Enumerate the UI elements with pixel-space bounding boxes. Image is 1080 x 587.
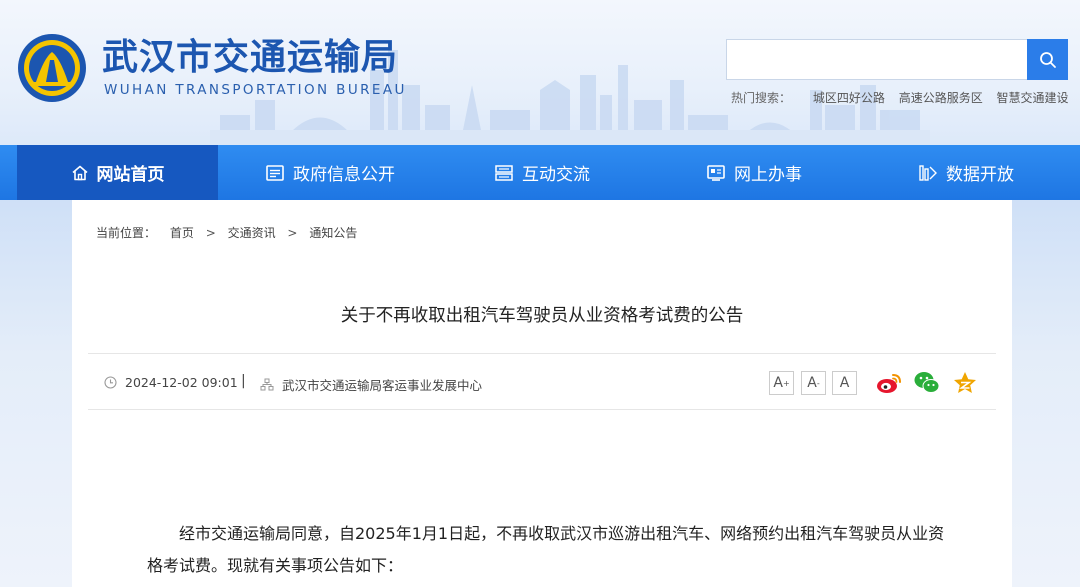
- interaction-icon: [495, 164, 513, 181]
- nav-label: 政府信息公开: [293, 165, 395, 185]
- article-meta-bar: 2024-12-02 09:01 | 武汉市交通运输局客运事业发展中心 A + A…: [88, 353, 996, 410]
- breadcrumb-item-news[interactable]: 交通资讯: [228, 226, 276, 240]
- search-input[interactable]: [727, 40, 1028, 79]
- hot-keyword-link[interactable]: 智慧交通建设: [997, 91, 1069, 105]
- nav-item-home[interactable]: 网站首页: [17, 145, 218, 200]
- breadcrumb-separator: >: [287, 226, 298, 240]
- wechat-icon[interactable]: [913, 370, 941, 396]
- publish-time: 2024-12-02 09:01: [104, 375, 238, 390]
- site-header: 武汉市交通运输局 WUHAN TRANSPORTATION BUREAU 热门搜…: [0, 0, 1080, 145]
- search-icon: [1039, 51, 1056, 68]
- service-icon: [707, 164, 725, 181]
- nav-label: 网上办事: [734, 165, 802, 185]
- weibo-icon[interactable]: [875, 370, 903, 396]
- article-title: 关于不再收取出租汽车驾驶员从业资格考试费的公告: [340, 306, 744, 326]
- source-name: 武汉市交通运输局客运事业发展中心: [282, 378, 483, 393]
- nav-item-interaction[interactable]: 互动交流: [452, 145, 632, 200]
- hot-keyword-link[interactable]: 城区四好公路: [813, 91, 885, 105]
- font-size-reset-button[interactable]: A: [832, 371, 857, 395]
- breadcrumb-label: 当前位置：: [96, 226, 157, 240]
- article-container: 当前位置： 首页 > 交通资讯 > 通知公告 关于不再收取出租汽车驾驶员从业资格…: [72, 200, 1012, 587]
- document-icon: [266, 164, 284, 181]
- hot-search-label: 热门搜索：: [731, 91, 792, 105]
- search-box: [726, 39, 1028, 80]
- hot-keyword-link[interactable]: 高速公路服务区: [899, 91, 983, 105]
- breadcrumb-item-notices[interactable]: 通知公告: [309, 226, 357, 240]
- search-button[interactable]: [1027, 39, 1068, 80]
- font-size-increase-button[interactable]: A +: [769, 371, 794, 395]
- meta-divider: |: [241, 373, 246, 389]
- site-subtitle: WUHAN TRANSPORTATION BUREAU: [104, 82, 407, 98]
- nav-label: 网站首页: [96, 165, 165, 185]
- favorite-icon[interactable]: [951, 370, 979, 396]
- bureau-logo-icon: [18, 34, 86, 102]
- nav-label: 数据开放: [946, 165, 1014, 185]
- breadcrumb-separator: >: [205, 226, 216, 240]
- main-nav: 网站首页 政府信息公开 互动交流 网上办事 数据开放: [0, 145, 1080, 200]
- nav-item-online-service[interactable]: 网上办事: [664, 145, 844, 200]
- nav-label: 互动交流: [522, 165, 590, 185]
- font-size-decrease-button[interactable]: A-: [801, 371, 826, 395]
- site-title: 武汉市交通运输局: [102, 37, 399, 78]
- breadcrumb: 当前位置： 首页 > 交通资讯 > 通知公告: [96, 224, 357, 241]
- clock-icon: [104, 376, 117, 389]
- breadcrumb-item-home[interactable]: 首页: [170, 226, 194, 240]
- nav-item-gov-info[interactable]: 政府信息公开: [240, 145, 420, 200]
- article-source: 武汉市交通运输局客运事业发展中心: [260, 375, 482, 394]
- hot-search: 热门搜索： 城区四好公路 高速公路服务区 智慧交通建设: [731, 89, 1079, 106]
- data-icon: [919, 164, 937, 181]
- home-icon: [71, 165, 88, 180]
- organization-icon: [260, 378, 274, 391]
- publish-datetime: 2024-12-02 09:01: [125, 375, 238, 390]
- nav-item-open-data[interactable]: 数据开放: [876, 145, 1056, 200]
- article-body: 经市交通运输局同意，自2025年1月1日起，不再收取武汉市巡游出租汽车、网络预约…: [147, 524, 945, 575]
